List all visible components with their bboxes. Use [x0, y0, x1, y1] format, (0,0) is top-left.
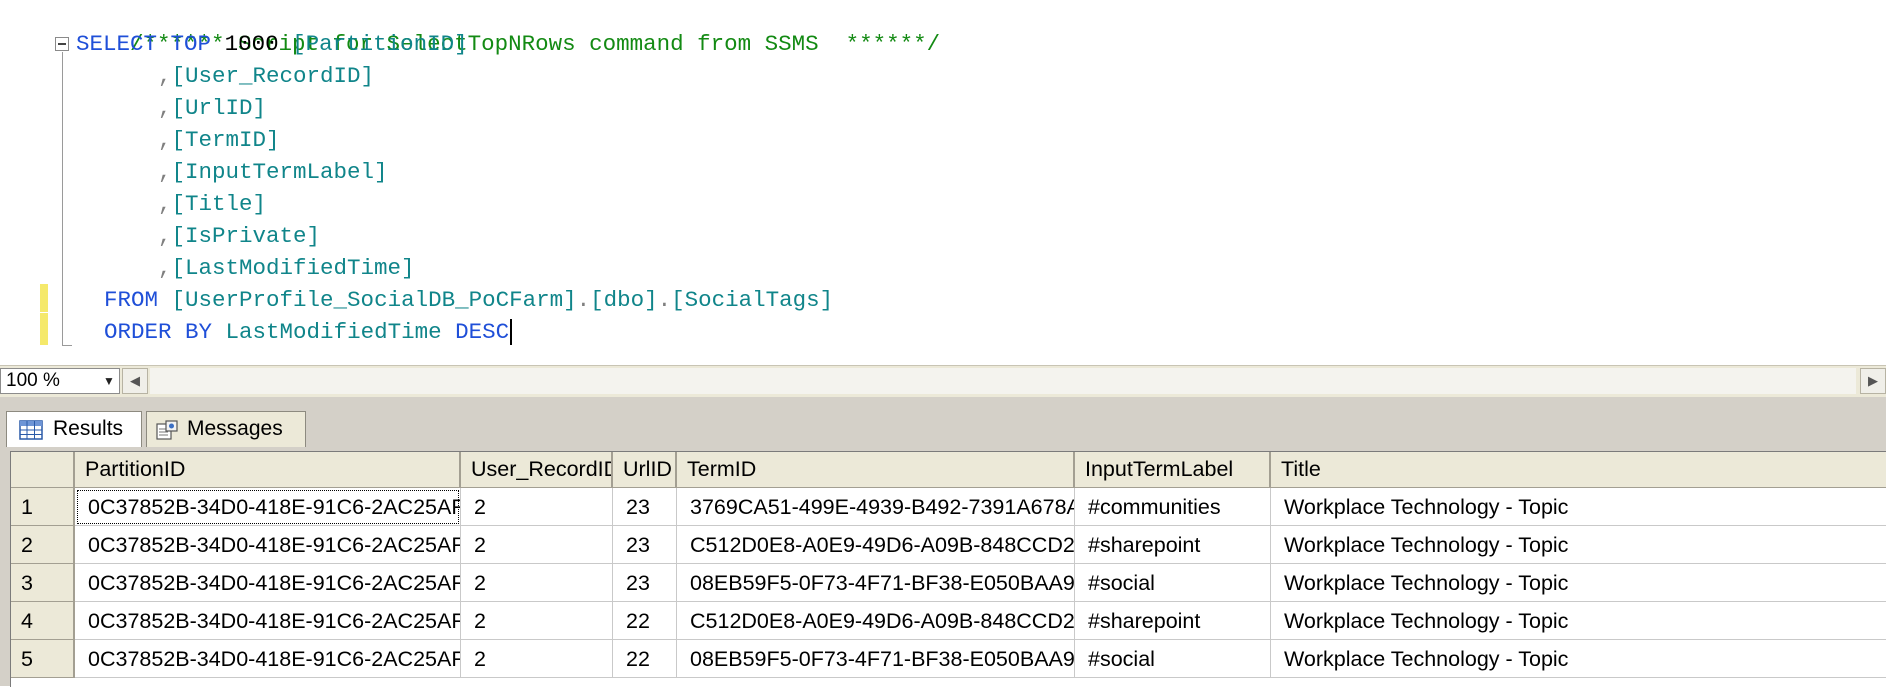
change-marker — [40, 284, 48, 312]
code-line-column: ,[InputTermLabel] — [158, 159, 388, 185]
column-header[interactable]: PartitionID — [75, 452, 461, 488]
code-line-order-by: ORDER BY LastModifiedTime DESC — [104, 316, 513, 348]
column-header[interactable]: TermID — [677, 452, 1075, 488]
code-line-column: ,[Title] — [158, 191, 267, 217]
grid-cell[interactable]: Workplace Technology - Topic — [1271, 526, 1886, 564]
code-line-comment: /****** Script for SelectTopNRows comman… — [76, 0, 940, 57]
outline-guide — [62, 52, 63, 346]
tab-label: Results — [53, 417, 124, 440]
column-header[interactable]: Title — [1271, 452, 1886, 488]
column-name: [Title] — [171, 191, 267, 217]
table-schema: [dbo] — [590, 287, 658, 313]
grid-cell[interactable]: Workplace Technology - Topic — [1271, 640, 1886, 678]
table-database: [UserProfile_SocialDB_PoCFarm] — [171, 287, 577, 313]
row-header[interactable]: 5 — [11, 640, 75, 678]
grid-cell[interactable]: Workplace Technology - Topic — [1271, 564, 1886, 602]
collapse-toggle[interactable] — [55, 37, 69, 51]
grid-cell[interactable]: C512D0E8-A0E9-49D6-A09B-848CCD2BE6CF — [677, 602, 1075, 640]
tab-results[interactable]: Results — [6, 411, 142, 447]
grid-cell[interactable]: 23 — [613, 564, 677, 602]
keyword-from: FROM — [104, 287, 159, 313]
code-line-from: FROM [UserProfile_SocialDB_PoCFarm].[dbo… — [104, 287, 834, 313]
results-grid[interactable]: PartitionID User_RecordID UrlID TermID I… — [10, 451, 1886, 687]
grid-cell[interactable]: 22 — [613, 602, 677, 640]
column-name: [InputTermLabel] — [171, 159, 388, 185]
grid-cell[interactable]: 2 — [461, 564, 613, 602]
scroll-left-icon[interactable]: ◀ — [122, 368, 148, 394]
grid-cell[interactable]: 08EB59F5-0F73-4F71-BF38-E050BAA98BDE — [677, 640, 1075, 678]
grid-cell[interactable]: 0C37852B-34D0-418E-91C6-2AC25AF4BE5B — [75, 564, 461, 602]
query-editor[interactable]: /****** Script for SelectTopNRows comman… — [0, 0, 1886, 365]
grid-cell[interactable]: 0C37852B-34D0-418E-91C6-2AC25AF4BE5B — [75, 488, 461, 526]
column-header[interactable]: User_RecordID — [461, 452, 613, 488]
table-name: [SocialTags] — [671, 287, 834, 313]
column-name: [PartitionID] — [292, 31, 468, 57]
tab-messages[interactable]: Messages — [146, 411, 306, 447]
outline-guide-end — [62, 345, 72, 346]
grid-cell[interactable]: 2 — [461, 602, 613, 640]
grid-cell[interactable]: 0C37852B-34D0-418E-91C6-2AC25AF4BE5B — [75, 526, 461, 564]
results-pane: Results Messages PartitionID User_Record… — [0, 397, 1886, 687]
keyword-select: SELECT — [76, 31, 158, 57]
code-line-column: ,[User_RecordID] — [158, 63, 375, 89]
column-name: [User_RecordID] — [171, 63, 375, 89]
change-marker — [40, 313, 48, 345]
grid-cell[interactable]: 08EB59F5-0F73-4F71-BF38-E050BAA98BDE — [677, 564, 1075, 602]
grid-cell[interactable]: Workplace Technology - Topic — [1271, 488, 1886, 526]
row-header[interactable]: 4 — [11, 602, 75, 640]
row-header[interactable]: 1 — [11, 488, 75, 526]
keyword-top: TOP — [170, 31, 212, 57]
zoom-value: 100 % — [6, 370, 60, 391]
row-header[interactable]: 2 — [11, 526, 75, 564]
grid-corner[interactable] — [11, 452, 75, 488]
grid-cell[interactable]: 2 — [461, 526, 613, 564]
code-line-column: ,[TermID] — [158, 127, 280, 153]
order-column: LastModifiedTime — [225, 319, 442, 345]
grid-cell[interactable]: 3769CA51-499E-4939-B492-7391A678A875 — [677, 488, 1075, 526]
grid-cell[interactable]: C512D0E8-A0E9-49D6-A09B-848CCD2BE6CF — [677, 526, 1075, 564]
grid-cell[interactable]: 23 — [613, 488, 677, 526]
grid-cell[interactable]: #sharepoint — [1075, 526, 1271, 564]
column-name: [IsPrivate] — [171, 223, 321, 249]
grid-cell[interactable]: #social — [1075, 640, 1271, 678]
horizontal-scrollbar[interactable] — [150, 368, 1856, 394]
scroll-right-icon[interactable]: ▶ — [1860, 368, 1886, 394]
zoom-bar: 100 % ▼ ◀ ▶ — [0, 365, 1886, 397]
column-header[interactable]: UrlID — [613, 452, 677, 488]
grid-cell[interactable]: #sharepoint — [1075, 602, 1271, 640]
chevron-down-icon[interactable]: ▼ — [102, 372, 116, 390]
code-line-column: ,[LastModifiedTime] — [158, 255, 415, 281]
code-line-column: ,[IsPrivate] — [158, 223, 321, 249]
grid-cell[interactable]: 0C37852B-34D0-418E-91C6-2AC25AF4BE5B — [75, 640, 461, 678]
keyword-desc: DESC — [455, 319, 510, 345]
grid-cell[interactable]: 23 — [613, 526, 677, 564]
text-caret — [510, 319, 513, 346]
editor-gutter — [0, 0, 34, 365]
grid-cell[interactable]: 0C37852B-34D0-418E-91C6-2AC25AF4BE5B — [75, 602, 461, 640]
tab-label: Messages — [187, 417, 283, 440]
grid-icon — [19, 420, 43, 440]
grid-cell[interactable]: #social — [1075, 564, 1271, 602]
code-line-select: SELECT TOP 1000 [PartitionID] — [76, 28, 468, 60]
grid-cell[interactable]: 2 — [461, 488, 613, 526]
keyword-order-by: ORDER BY — [104, 319, 213, 345]
column-name: [TermID] — [171, 127, 280, 153]
code-line-column: ,[UrlID] — [158, 95, 267, 121]
grid-cell[interactable]: #communities — [1075, 488, 1271, 526]
column-name: [LastModifiedTime] — [171, 255, 415, 281]
column-header[interactable]: InputTermLabel — [1075, 452, 1271, 488]
column-name: [UrlID] — [171, 95, 267, 121]
messages-icon — [156, 420, 178, 440]
grid-cell[interactable]: Workplace Technology - Topic — [1271, 602, 1886, 640]
zoom-select[interactable]: 100 % ▼ — [0, 368, 120, 394]
grid-cell[interactable]: 22 — [613, 640, 677, 678]
top-value: 1000 — [224, 31, 279, 57]
row-header[interactable]: 3 — [11, 564, 75, 602]
grid-cell[interactable]: 2 — [461, 640, 613, 678]
